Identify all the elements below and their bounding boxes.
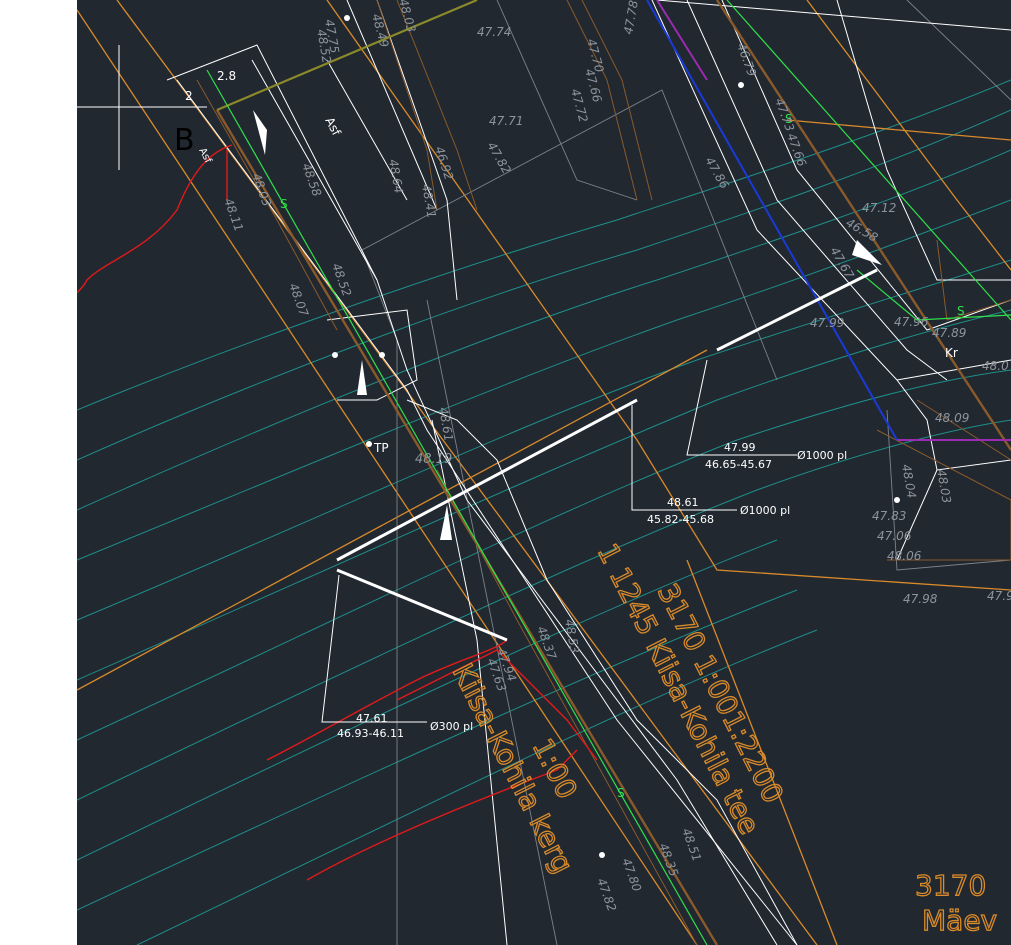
elevation-label: 48.51: [679, 826, 704, 863]
elevation-label: 48.37: [534, 624, 559, 661]
elevation-label: 47.80: [619, 856, 644, 893]
elevation-label: 47.82: [484, 140, 513, 177]
pipe-label-1-top: 47.99: [724, 441, 756, 454]
elevation-label: 48.06: [887, 549, 922, 563]
elevation-label: 47.98: [903, 592, 938, 606]
elevation-label: 48.52: [329, 261, 354, 298]
elevation-label: 48.41: [419, 183, 439, 219]
elevation-label: 47.83: [872, 509, 906, 523]
elevation-label: 47.74: [477, 25, 511, 39]
road-edges: [166, 0, 1011, 945]
elevation-label: 48.35: [656, 841, 681, 878]
pipe-label-2-pipe: Ø1000 pl: [740, 504, 790, 517]
pipe-label-3-top: 47.61: [356, 712, 388, 725]
elevation-label: 47.9: [987, 589, 1011, 603]
elevation-label: 47.72: [568, 87, 590, 124]
elevation-label: 47.78: [621, 0, 641, 36]
sewer-label-4: S: [617, 786, 625, 800]
elevation-label: 48.07: [286, 281, 311, 318]
sewer-label-1: S: [280, 197, 288, 211]
cad-drawing-canvas[interactable]: 1 1245 Kiisa-Kohila tee 3170 1:001:2200 …: [77, 0, 1011, 945]
elevation-label: 47.06: [877, 529, 912, 543]
hatch-areas: [196, 0, 1011, 945]
pipe-label-2-bottom: 45.82-45.68: [647, 513, 714, 526]
elevation-label: 48.61: [436, 406, 456, 442]
corner-name-label: Mäev: [922, 904, 997, 937]
dim-label-a: 2.8: [217, 69, 236, 83]
corner-id-label: 3170: [915, 869, 986, 902]
elevation-label: 47.71: [489, 114, 523, 128]
tp-label: TP: [373, 441, 389, 455]
sewer-label-3: S: [957, 304, 965, 318]
elevation-label: 47.96: [894, 315, 929, 329]
elevation-label: 48.11: [221, 196, 246, 233]
elevation-label: 48.03: [396, 0, 418, 34]
elevation-label: 48.19: [415, 452, 452, 467]
elevation-label: 48.03: [249, 171, 274, 208]
pipe-label-1-pipe: Ø1000 pl: [797, 449, 847, 462]
elevation-label: 48.04: [899, 463, 919, 499]
elevation-label: 47.99: [810, 316, 844, 330]
elevation-label: 48.09: [935, 411, 969, 425]
pipe-label-3-pipe: Ø300 pl: [430, 720, 473, 733]
flow-arrows: [253, 110, 882, 540]
pipe-label-2-top: 48.61: [667, 496, 699, 509]
pipe-label-1-bottom: 46.65-45.67: [705, 458, 772, 471]
elevation-label: 48.64: [386, 158, 406, 194]
cad-drawing: 1 1245 Kiisa-Kohila tee 3170 1:001:2200 …: [77, 0, 1011, 945]
elevation-label: 46.92: [432, 145, 456, 182]
elevation-label: 48.03: [934, 468, 954, 504]
asphalt-small-label: Asf: [196, 146, 213, 165]
green-sewer-lines: [206, 0, 1011, 945]
elevation-label: 47.82: [594, 876, 619, 913]
elevation-label: 47.89: [932, 326, 966, 340]
section-marker: B: [174, 123, 195, 158]
dim-label-b: 2: [185, 89, 193, 103]
manholes: [332, 15, 900, 858]
curb-label: Kr: [945, 346, 958, 360]
elevation-label: 47.12: [862, 201, 896, 215]
elevation-label: 48.0: [982, 359, 1009, 373]
elevation-label: 47.86: [702, 155, 731, 192]
pipe-label-3-bottom: 46.93-46.11: [337, 727, 404, 740]
asphalt-label: Asf: [322, 115, 343, 139]
pipe-label-2: 48.61 45.82-45.68 Ø1000 pl: [647, 496, 790, 526]
